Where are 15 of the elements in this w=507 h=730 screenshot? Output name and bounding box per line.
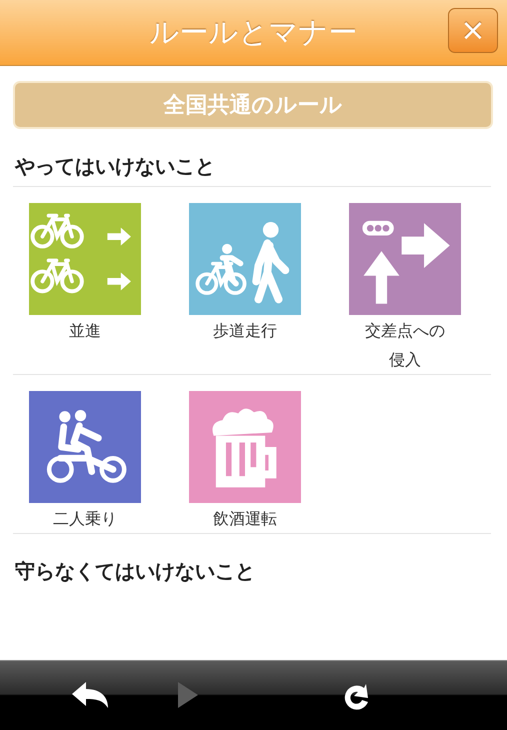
- window-title: ルールとマナー: [150, 14, 358, 50]
- rule-label: 歩道走行: [213, 320, 277, 342]
- signal-arrows-icon[interactable]: [349, 203, 461, 315]
- rule-label: 二人乗り: [53, 508, 117, 530]
- rule-label: 並進: [69, 320, 101, 342]
- close-button[interactable]: ×: [448, 8, 498, 53]
- cyclist-pedestrian-icon[interactable]: [189, 203, 301, 315]
- section-banner: 全国共通のルール: [13, 81, 493, 129]
- rule-label: 飲酒運転: [213, 508, 277, 530]
- section-heading: 守らなくてはいけないこと: [14, 558, 256, 585]
- two-riders-bicycle-icon[interactable]: [29, 391, 141, 503]
- beer-mug-icon[interactable]: [189, 391, 301, 503]
- bicycles-arrows-icon[interactable]: [29, 203, 141, 315]
- section-heading: やってはいけないこと: [14, 153, 216, 180]
- rule-label: 交差点への侵入: [364, 320, 446, 371]
